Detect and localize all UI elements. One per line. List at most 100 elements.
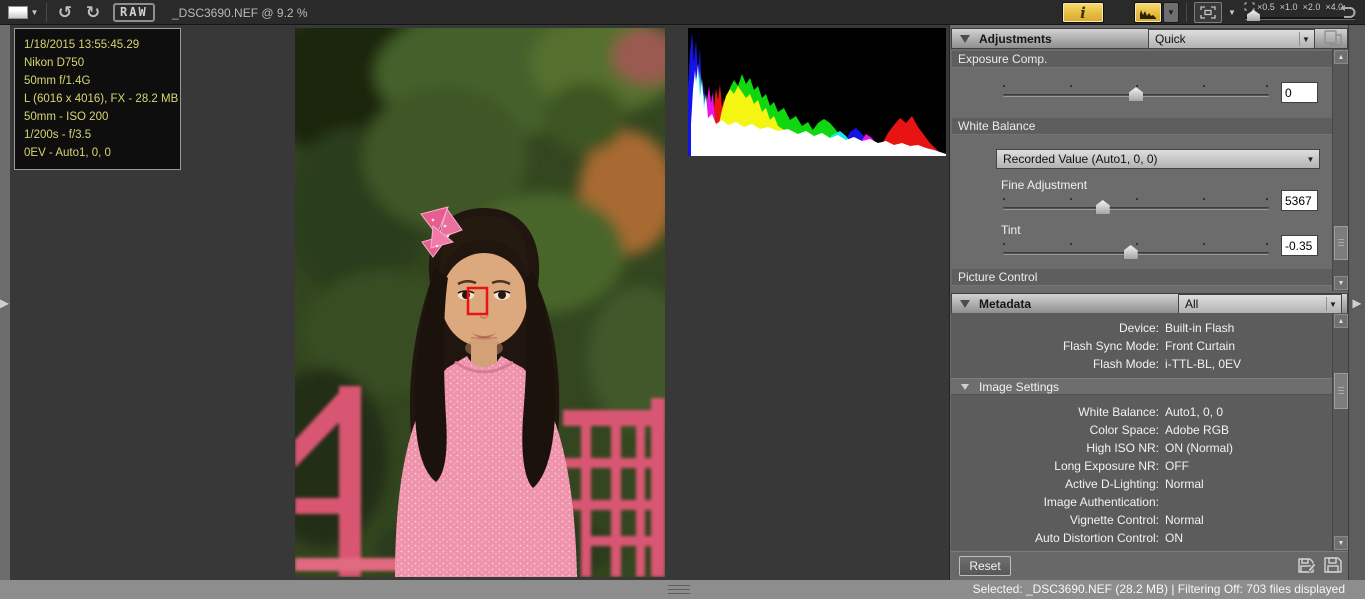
fit-dropdown-button[interactable]: ▼	[1225, 2, 1239, 23]
white-balance-label: White Balance	[952, 118, 1333, 135]
collapse-triangle-icon[interactable]	[961, 384, 969, 390]
tint-label: Tint	[1001, 223, 1021, 237]
fit-small-icon	[1244, 2, 1255, 11]
top-toolbar: ▼ ↺ ↻ RAW _DSC3690.NEF @ 9.2 % i ▼	[0, 0, 1365, 25]
metadata-row-value: ON	[1165, 531, 1183, 549]
raw-label: RAW	[113, 3, 155, 22]
adjustments-title: Adjustments	[979, 32, 1052, 46]
reset-button[interactable]: Reset	[959, 556, 1011, 576]
collapse-triangle-icon[interactable]	[960, 300, 970, 308]
fine-adjustment-slider-handle[interactable]	[1096, 200, 1110, 214]
save-button[interactable]	[1323, 556, 1345, 576]
exif-line: 50mm - ISO 200	[24, 108, 171, 126]
adjustments-body: Exposure Comp. White Balance Recorded Va…	[951, 49, 1348, 291]
expand-right-panel-handle[interactable]: ▶	[1348, 25, 1365, 580]
revert-button[interactable]	[1336, 2, 1358, 23]
image-settings-title: Image Settings	[979, 380, 1059, 394]
white-balance-select[interactable]: Recorded Value (Auto1, 0, 0) ▼	[996, 149, 1320, 169]
fine-adjustment-slider[interactable]	[1003, 198, 1269, 218]
fit-icon	[1200, 6, 1216, 19]
exposure-value-input[interactable]	[1281, 82, 1318, 103]
zoom-preset-0.5[interactable]: ×0.5	[1257, 2, 1275, 12]
rotate-ccw-icon: ↺	[58, 3, 72, 23]
metadata-row-value: ON (Normal)	[1165, 441, 1233, 459]
exif-overlay: 1/18/2015 13:55:45.29 Nikon D750 50mm f/…	[14, 28, 181, 170]
metadata-row-value: i-TTL-BL, 0EV	[1165, 357, 1241, 375]
tint-slider-handle[interactable]	[1124, 245, 1138, 259]
chevron-down-icon: ▼	[1304, 152, 1317, 166]
metadata-filter-select[interactable]: All ▼	[1178, 294, 1342, 314]
chevron-down-icon: ▼	[1228, 8, 1236, 17]
exposure-comp-label: Exposure Comp.	[952, 51, 1333, 68]
application-window: ▼ ↺ ↻ RAW _DSC3690.NEF @ 9.2 % i ▼	[0, 0, 1365, 599]
exposure-slider-handle[interactable]	[1129, 87, 1143, 101]
copy-settings-button[interactable]	[1322, 29, 1346, 48]
metadata-row-value: Built-in Flash	[1165, 321, 1234, 339]
tint-slider[interactable]	[1003, 243, 1269, 263]
status-bar: Selected: _DSC3690.NEF (28.2 MB) | Filte…	[0, 580, 1365, 599]
image-settings-header[interactable]: Image Settings	[951, 378, 1332, 395]
exif-line: L (6016 x 4016), FX - 28.2 MB	[24, 90, 171, 108]
scroll-up-icon: ▲	[1338, 318, 1345, 325]
raw-badge-button[interactable]: RAW	[113, 2, 155, 23]
chevron-down-icon: ▼	[31, 8, 39, 17]
expand-left-panel-handle[interactable]: ▶	[0, 25, 10, 580]
histogram-icon	[1139, 6, 1157, 19]
exposure-slider[interactable]	[1003, 85, 1269, 105]
filename-title: _DSC3690.NEF @ 9.2 %	[172, 6, 308, 20]
metadata-row-label: Device:	[951, 321, 1159, 339]
rotate-cw-icon: ↻	[86, 3, 100, 23]
rotate-cw-button[interactable]: ↻	[80, 2, 106, 23]
metadata-row-label: Vignette Control:	[951, 513, 1159, 531]
chevron-down-icon: ▼	[1299, 32, 1312, 46]
histogram-dropdown-button[interactable]: ▼	[1163, 2, 1179, 23]
scroll-up-button[interactable]: ▲	[1334, 50, 1348, 64]
metadata-row-label: High ISO NR:	[951, 441, 1159, 459]
splitter-grip[interactable]	[668, 585, 690, 594]
scroll-down-icon: ▼	[1338, 280, 1345, 287]
scrollbar-thumb[interactable]	[1334, 226, 1348, 260]
collapse-triangle-icon[interactable]	[960, 35, 970, 43]
metadata-title: Metadata	[979, 297, 1031, 311]
tint-value-input[interactable]	[1281, 235, 1318, 256]
adjustments-preset-value: Quick	[1155, 32, 1186, 46]
toolbar-separator	[46, 3, 47, 22]
adjustments-preset-select[interactable]: Quick ▼	[1148, 29, 1315, 49]
fit-view-button[interactable]	[1194, 2, 1222, 23]
exif-line: 1/200s - f/3.5	[24, 126, 171, 144]
exif-line: 1/18/2015 13:55:45.29	[24, 36, 171, 54]
metadata-body: Device:Built-in Flash Flash Sync Mode:Fr…	[951, 313, 1348, 551]
metadata-row-label: Long Exposure NR:	[951, 459, 1159, 477]
photo-view[interactable]	[295, 28, 665, 577]
histogram-button[interactable]	[1134, 2, 1162, 23]
fine-adjustment-slider-track[interactable]	[1003, 207, 1269, 210]
scroll-down-button[interactable]: ▼	[1334, 276, 1348, 290]
copy-settings-icon	[1322, 29, 1344, 47]
picture-control-label: Picture Control	[952, 269, 1333, 286]
save-adjustments-button[interactable]	[1297, 556, 1319, 576]
chevron-down-icon: ▼	[1167, 8, 1175, 17]
window-menu-button[interactable]: ▼	[4, 2, 42, 23]
save-icon	[1323, 556, 1343, 574]
scrollbar-thumb[interactable]	[1334, 373, 1348, 409]
metadata-row-label: White Balance:	[951, 405, 1159, 423]
metadata-row-label: Image Authentication:	[951, 495, 1159, 513]
fine-adjustment-label: Fine Adjustment	[1001, 178, 1087, 192]
scroll-down-icon: ▼	[1338, 540, 1345, 547]
fine-adjustment-value-input[interactable]	[1281, 190, 1318, 211]
metadata-scrollbar[interactable]: ▲ ▼	[1332, 313, 1348, 551]
zoom-preset-labels[interactable]: ×0.5×1.0×2.0×4.0	[1257, 2, 1348, 12]
exif-line: 0EV - Auto1, 0, 0	[24, 144, 171, 162]
zoom-preset-2.0[interactable]: ×2.0	[1303, 2, 1321, 12]
scroll-up-button[interactable]: ▲	[1334, 314, 1348, 328]
metadata-row-value: Auto1, 0, 0	[1165, 405, 1223, 423]
scroll-up-icon: ▲	[1338, 54, 1345, 61]
adjustments-scrollbar[interactable]: ▲ ▼	[1332, 49, 1348, 291]
window-icon	[8, 6, 28, 19]
metadata-row-label: Flash Sync Mode:	[951, 339, 1159, 357]
zoom-preset-1.0[interactable]: ×1.0	[1280, 2, 1298, 12]
scroll-down-button[interactable]: ▼	[1334, 536, 1348, 550]
rotate-ccw-button[interactable]: ↺	[52, 2, 78, 23]
info-button[interactable]: i	[1062, 2, 1104, 23]
histogram-overlay	[688, 28, 946, 156]
